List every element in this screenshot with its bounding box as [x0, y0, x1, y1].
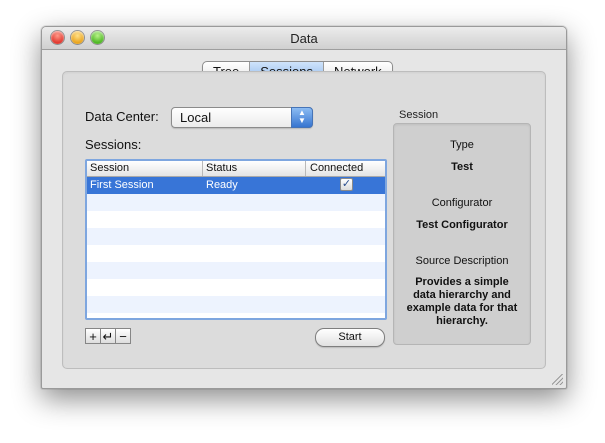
- empty-row: [87, 228, 385, 245]
- empty-row: [87, 296, 385, 313]
- configurator-label: Configurator: [431, 197, 493, 209]
- empty-row: [87, 211, 385, 228]
- session-panel: Type Test Configurator Test Configurator…: [393, 123, 531, 345]
- data-center-label: Data Center:: [85, 109, 159, 124]
- empty-row: [87, 279, 385, 296]
- data-center-value: Local: [180, 110, 212, 125]
- table-header: Session Status Connected: [87, 161, 385, 177]
- type-value: Test: [451, 161, 473, 173]
- start-button[interactable]: Start: [315, 328, 385, 347]
- popup-arrows-icon: ▲ ▼: [291, 107, 313, 128]
- remove-session-button[interactable]: −: [115, 328, 131, 344]
- session-panel-title: Session: [399, 109, 439, 121]
- resize-grip-icon[interactable]: [552, 374, 563, 385]
- empty-row: [87, 245, 385, 262]
- table-row[interactable]: First Session Ready ✓: [87, 177, 385, 194]
- session-name-cell: First Session: [90, 179, 154, 191]
- source-description-value: Provides a simple data hierarchy and exa…: [406, 276, 518, 327]
- table-body: First Session Ready ✓: [87, 177, 385, 318]
- sessions-table[interactable]: Session Status Connected First Session R…: [85, 159, 387, 320]
- connected-checkbox[interactable]: ✓: [340, 178, 353, 191]
- configurator-value: Test Configurator: [416, 219, 508, 231]
- column-header-status[interactable]: Status: [203, 161, 306, 176]
- type-label: Type: [450, 139, 474, 151]
- column-header-session[interactable]: Session: [87, 161, 203, 176]
- source-description-label: Source Description: [415, 255, 509, 267]
- column-header-connected[interactable]: Connected: [306, 161, 385, 176]
- window: Data Tree Sessions Network Data Center: …: [41, 26, 567, 389]
- session-status-cell: Ready: [206, 179, 238, 191]
- empty-row: [87, 262, 385, 279]
- edit-session-button[interactable]: ↵: [100, 328, 116, 344]
- add-session-button[interactable]: +: [85, 328, 101, 344]
- window-title: Data: [290, 31, 318, 46]
- empty-row: [87, 313, 385, 318]
- title-bar[interactable]: Data: [42, 27, 566, 50]
- session-edit-buttons: + ↵ −: [85, 328, 131, 344]
- data-center-select[interactable]: Local ▲ ▼: [171, 107, 313, 128]
- sessions-label: Sessions:: [85, 137, 142, 152]
- empty-row: [87, 194, 385, 211]
